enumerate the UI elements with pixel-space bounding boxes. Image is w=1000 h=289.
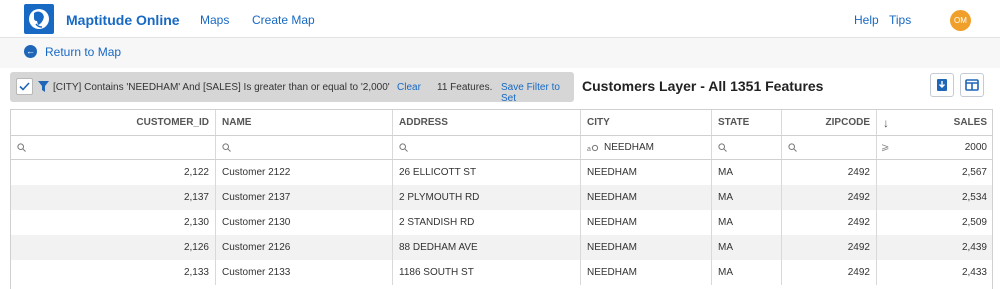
column-header-name[interactable]: NAME [216,110,393,135]
cell-zipcode: 2492 [782,185,877,210]
table-row[interactable]: 2,137 Customer 2137 2 PLYMOUTH RD NEEDHAM MA… [11,185,992,210]
search-icon [399,143,408,152]
cell-state: MA [712,185,782,210]
filter-bar: [CITY] Contains 'NEEDHAM' And [SALES] Is… [10,72,574,104]
nav-create-map-link[interactable]: Create Map [252,13,315,27]
cell-name: Customer 2122 [216,160,393,185]
cell-zipcode: 2492 [782,160,877,185]
data-grid: CUSTOMER_ID NAME ADDRESS CITY STATE ZIPC… [10,109,993,289]
search-icon [222,143,231,152]
cell-zipcode: 2492 [782,260,877,285]
maptitude-logo-icon[interactable] [24,4,54,34]
state-filter-input[interactable] [712,136,782,159]
cell-state: MA [712,235,782,260]
filter-enabled-checkbox[interactable] [16,78,33,95]
column-header-city[interactable]: CITY [581,110,712,135]
cell-customer-id: 2,126 [11,235,216,260]
column-header-address[interactable]: ADDRESS [393,110,581,135]
sales-header-label: SALES [953,117,987,128]
cell-name: Customer 2133 [216,260,393,285]
cell-customer-id: 2,122 [11,160,216,185]
table-row[interactable]: 2,122 Customer 2122 26 ELLICOTT ST NEEDHAM M… [11,160,992,185]
layer-title: Customers Layer - All 1351 Features [582,78,824,94]
return-to-map-link[interactable]: Return to Map [45,45,121,59]
top-navigation-bar: Maptitude Online Maps Create Map Help Ti… [0,0,1000,38]
search-icon [788,143,797,152]
cell-sales: 2,433 [961,267,987,278]
name-filter-input[interactable] [216,136,393,159]
tips-link[interactable]: Tips [889,13,911,27]
cell-city: NEEDHAM [581,160,712,185]
cell-city: NEEDHAM [581,235,712,260]
greater-equal-operator-icon: ⩾ [881,142,890,153]
columns-icon [965,79,979,91]
cell-address: 26 ELLICOTT ST [393,160,581,185]
cell-sales: 2,509 [961,217,987,228]
cell-name: Customer 2137 [216,185,393,210]
sales-filter-input[interactable]: ⩾ 2000 [877,136,992,159]
help-link[interactable]: Help [854,13,879,27]
sales-filter-value: 2000 [964,142,987,153]
sort-descending-icon: ↓ [883,116,889,130]
filter-funnel-icon [38,81,49,92]
nav-maps-link[interactable]: Maps [200,13,229,27]
cell-state: MA [712,260,782,285]
cell-zipcode: 2492 [782,210,877,235]
cell-address: 88 DEDHAM AVE [393,235,581,260]
return-row: ← Return to Map [0,38,1000,68]
back-arrow-icon[interactable]: ← [24,45,37,58]
table-row[interactable]: 2,130 Customer 2130 2 STANDISH RD NEEDHAM MA… [11,210,992,235]
cell-address: 1186 SOUTH ST [393,260,581,285]
cell-city: NEEDHAM [581,260,712,285]
checkmark-icon [19,82,30,91]
cell-state: MA [712,160,782,185]
columns-button[interactable] [960,73,984,97]
cell-address: 2 STANDISH RD [393,210,581,235]
table-row[interactable]: 2,126 Customer 2126 88 DEDHAM AVE NEEDHAM MA… [11,235,992,260]
cell-sales: 2,567 [961,167,987,178]
table-row[interactable]: 2,133 Customer 2133 1186 SOUTH ST NEEDHAM MA… [11,260,992,285]
column-header-sales[interactable]: ↓ SALES [877,110,992,135]
cell-city: NEEDHAM [581,185,712,210]
feature-count: 11 Features. [437,82,493,93]
city-filter-input[interactable]: a NEEDHAM [581,136,712,159]
cell-state: MA [712,210,782,235]
cell-name: Customer 2130 [216,210,393,235]
address-filter-input[interactable] [393,136,581,159]
filter-row: a NEEDHAM ⩾ 2000 [11,136,992,160]
cell-customer-id: 2,137 [11,185,216,210]
cell-customer-id: 2,133 [11,260,216,285]
cell-zipcode: 2492 [782,235,877,260]
filter-expression: [CITY] Contains 'NEEDHAM' And [SALES] Is… [53,82,390,93]
column-header-customer-id[interactable]: CUSTOMER_ID [11,110,216,135]
cell-sales: 2,534 [961,192,987,203]
cell-sales: 2,439 [961,242,987,253]
column-header-state[interactable]: STATE [712,110,782,135]
customer-id-filter-input[interactable] [11,136,216,159]
contains-operator-icon: a [587,144,599,152]
save-filter-to-set-link[interactable]: Save Filter to Set [501,82,574,104]
table-header-row: CUSTOMER_ID NAME ADDRESS CITY STATE ZIPC… [11,110,992,136]
cell-customer-id: 2,130 [11,210,216,235]
download-icon [937,79,947,91]
column-header-zipcode[interactable]: ZIPCODE [782,110,877,135]
search-icon [718,143,727,152]
app-name[interactable]: Maptitude Online [66,12,180,28]
search-icon [17,143,26,152]
zipcode-filter-input[interactable] [782,136,877,159]
svg-text:a: a [587,146,591,152]
city-filter-value: NEEDHAM [604,142,655,153]
clear-filter-link[interactable]: Clear [397,82,421,93]
cell-city: NEEDHAM [581,210,712,235]
export-button[interactable] [930,73,954,97]
user-avatar[interactable]: OM [950,10,971,31]
cell-address: 2 PLYMOUTH RD [393,185,581,210]
cell-name: Customer 2126 [216,235,393,260]
